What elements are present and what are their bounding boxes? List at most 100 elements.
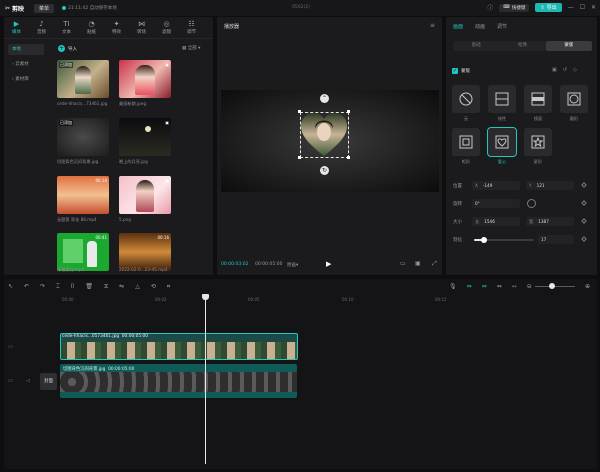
freeze-icon[interactable]: ⧖ <box>104 283 108 291</box>
feather-slider[interactable] <box>474 237 534 243</box>
sidebar-item-local[interactable]: 本地 <box>8 44 44 55</box>
total-time: 00:00:05:00 <box>255 262 283 267</box>
ratio-icon[interactable]: ▣ <box>415 260 421 267</box>
tool-audio[interactable]: ♪ 音频 <box>29 17 54 38</box>
preview-canvas[interactable]: ⌃ ↻ <box>221 90 439 192</box>
undo-icon[interactable]: ↶ <box>24 283 29 291</box>
media-thumb[interactable]: 00:10 <box>57 176 109 214</box>
filter-dropdown[interactable]: ▦ 全部 ▾ <box>182 45 200 51</box>
tab-canvas[interactable]: 画面 <box>453 23 463 30</box>
chevron-down-icon: ▾ <box>296 263 299 268</box>
minimize-icon[interactable]: — <box>568 4 574 11</box>
shortcut-button[interactable]: ⌨ 快捷键 <box>499 3 530 12</box>
feather-field[interactable]: 17 <box>538 235 574 244</box>
media-thumb[interactable]: ▣ <box>119 118 171 156</box>
mask-bounding-box[interactable] <box>300 112 349 158</box>
media-thumb[interactable]: 00:16 <box>119 233 171 271</box>
mask-mirror[interactable] <box>524 85 552 113</box>
resize-handle[interactable] <box>347 110 350 113</box>
mask-rectangle[interactable] <box>452 128 480 156</box>
tab-animation[interactable]: 动画 <box>475 23 485 30</box>
mask-star[interactable] <box>524 128 552 156</box>
clip-name: cede-hhacis...0573461.jpg <box>62 334 120 339</box>
cover-button[interactable]: 封面 <box>40 373 57 390</box>
mask-label: 圆形 <box>569 116 579 121</box>
tool-sticker[interactable]: ◔ 贴纸 <box>79 17 104 38</box>
position-x-field[interactable]: X -149 <box>472 181 520 190</box>
mask-heart[interactable] <box>487 127 517 157</box>
subtab-mask[interactable]: 蒙版 <box>545 41 592 51</box>
keyframe-icon[interactable]: ◇ <box>573 67 577 73</box>
zoom-in-icon[interactable]: ⊕ <box>585 283 590 290</box>
safe-frame-icon[interactable]: ▭ <box>400 260 406 267</box>
sidebar-item-library[interactable]: › 素材库 <box>8 74 44 85</box>
maximize-icon[interactable]: ☐ <box>580 4 585 11</box>
delete-icon[interactable]: 🗑 <box>85 283 93 291</box>
time-ruler[interactable]: 00:00 00:02 00:05 00:10 00:15 <box>60 297 597 302</box>
tool-text[interactable]: TI 文本 <box>54 17 79 38</box>
playhead-handle[interactable] <box>202 294 209 300</box>
media-thumb[interactable]: 已添加 <box>57 118 109 156</box>
link-main-track-icon[interactable]: ⇔ <box>467 283 472 290</box>
feather-handle-icon[interactable]: ⌃ <box>320 94 329 103</box>
crop-icon[interactable]: ⌗ <box>167 283 170 291</box>
track-mute-icon[interactable]: ◁ <box>26 378 30 384</box>
import-button[interactable]: + 导入 <box>58 45 77 52</box>
redo-icon[interactable]: ↷ <box>40 283 45 291</box>
mask-toggle[interactable]: ✓ 蒙版 <box>452 68 470 74</box>
play-icon[interactable]: ▶ <box>326 260 331 268</box>
tool-transitions[interactable]: ⋈ 转场 <box>129 17 154 38</box>
menu-button[interactable]: 菜单 <box>34 3 55 13</box>
playhead[interactable] <box>205 296 206 464</box>
subtab-chroma[interactable]: 抠像 <box>499 41 545 51</box>
media-thumb[interactable]: ▣ <box>119 60 171 98</box>
zoom-out-icon[interactable]: ⊖ <box>527 283 532 290</box>
track-lock-icon[interactable]: ▭ <box>8 344 13 350</box>
mask-circle[interactable] <box>560 85 588 113</box>
tool-adjust[interactable]: ☷ 调节 <box>179 17 204 38</box>
subtab-basic[interactable]: 基础 <box>453 41 499 51</box>
zoom-slider-knob[interactable] <box>549 283 555 289</box>
height-field[interactable]: 宽 1387 <box>526 217 574 226</box>
detect-icon[interactable]: △ <box>135 283 140 291</box>
position-y-field[interactable]: Y 121 <box>526 181 574 190</box>
quality-dropdown[interactable]: 原画▾ <box>287 262 298 268</box>
media-thumb[interactable]: 已添加 <box>57 60 109 98</box>
resize-handle[interactable] <box>347 156 350 159</box>
media-thumb[interactable]: 00:41 <box>57 233 109 271</box>
tool-effects[interactable]: ✦ 特效 <box>104 17 129 38</box>
rotate-handle-icon[interactable]: ↻ <box>320 166 329 175</box>
no-mask-icon <box>459 92 473 106</box>
fullscreen-icon[interactable]: ⤢ <box>432 260 437 268</box>
mirror-icon[interactable]: ⇋ <box>119 283 124 291</box>
resize-handle[interactable] <box>298 110 301 113</box>
sidebar-item-cloud[interactable]: › 云素材 <box>8 59 44 70</box>
mic-icon[interactable]: 🎙 <box>449 283 457 290</box>
select-cursor-icon[interactable]: ↖ <box>8 283 13 291</box>
tool-media[interactable]: ▶ 媒体 <box>4 17 29 38</box>
preview-axis-icon[interactable]: ⇿ <box>512 283 517 290</box>
resize-handle[interactable] <box>298 156 301 159</box>
delete-left-icon[interactable]: ⌷ <box>71 283 75 291</box>
reset-icon[interactable]: ↺ <box>563 67 567 73</box>
mask-save-icon[interactable]: ▣ <box>552 67 557 73</box>
zoom-slider[interactable] <box>535 286 575 287</box>
width-field[interactable]: 长 1546 <box>472 217 520 226</box>
media-thumb[interactable]: ▣ <box>119 176 171 214</box>
rotate-icon[interactable]: ⟲ <box>151 283 156 291</box>
more-icon[interactable]: ≡ <box>430 22 435 29</box>
plus-icon: + <box>58 45 65 52</box>
track-visibility-icon[interactable]: ▭ <box>8 378 13 384</box>
tool-filters[interactable]: ◎ 滤镜 <box>154 17 179 38</box>
linkage-icon[interactable]: ⇔ <box>497 283 502 290</box>
rotate-dial-icon[interactable] <box>527 199 536 208</box>
mask-none[interactable] <box>452 85 480 113</box>
snap-icon[interactable]: ⇔ <box>482 283 487 290</box>
rotate-field[interactable]: 0° <box>472 199 520 208</box>
tab-adjust[interactable]: 调节 <box>497 23 507 30</box>
export-button[interactable]: ⇪ 导出 <box>535 3 562 12</box>
close-icon[interactable]: ✕ <box>591 4 596 11</box>
mask-linear[interactable] <box>488 85 516 113</box>
feedback-icon[interactable]: ⓘ <box>487 3 493 12</box>
split-icon[interactable]: ⌶ <box>56 283 60 291</box>
